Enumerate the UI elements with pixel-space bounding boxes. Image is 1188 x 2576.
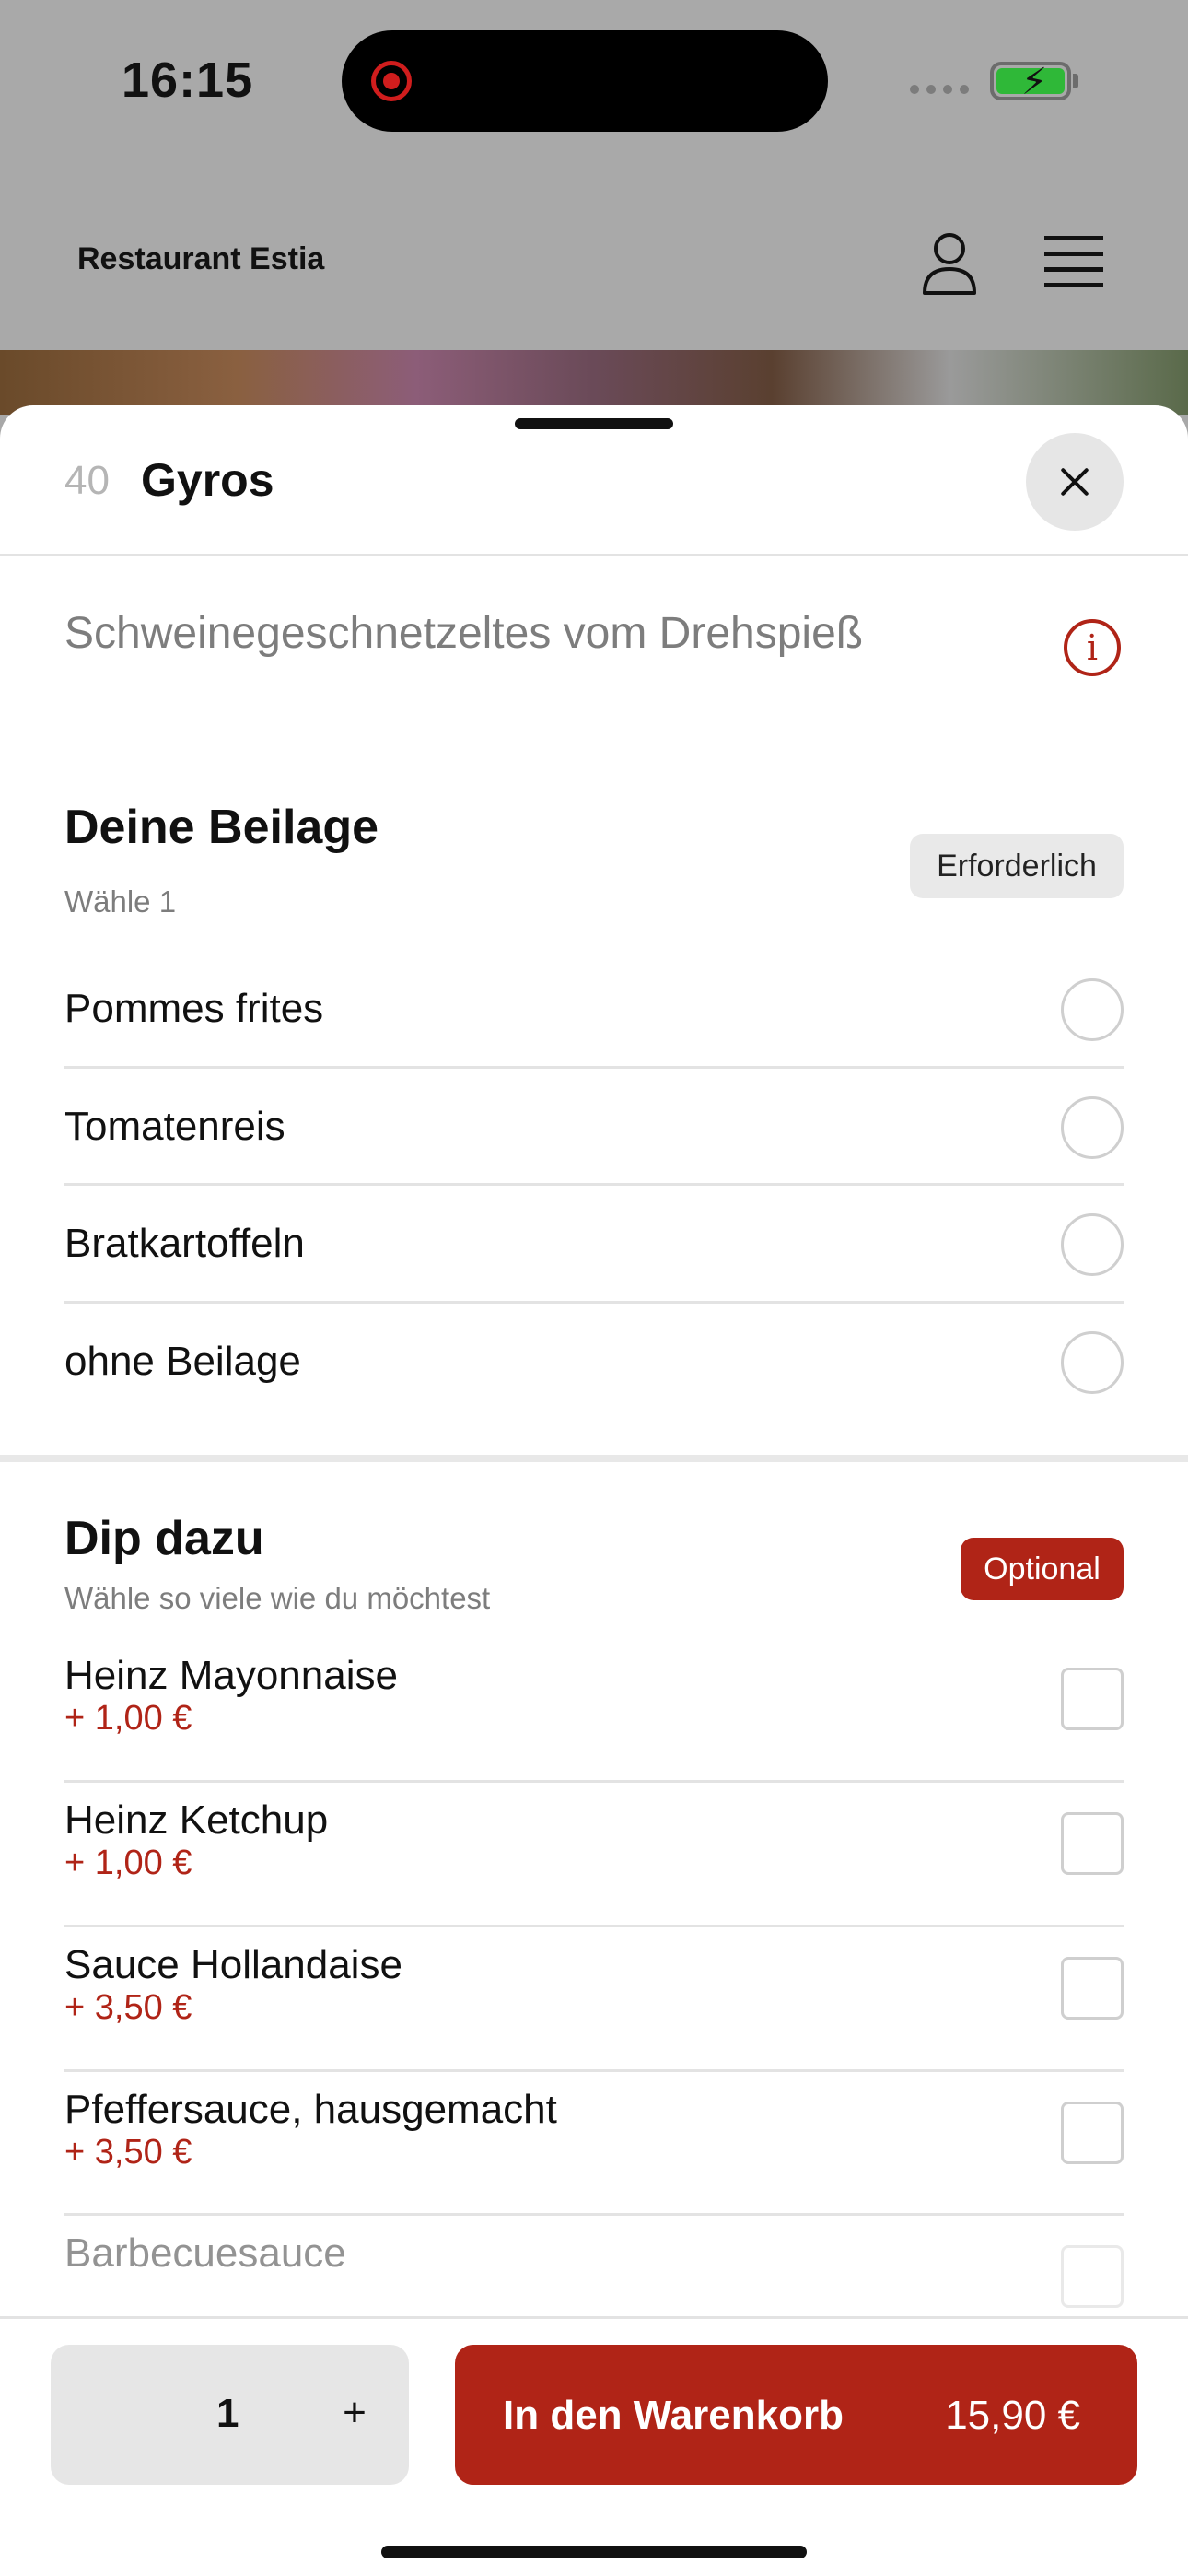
dip-option-label: Heinz Mayonnaise bbox=[64, 1653, 398, 1698]
optional-badge: Optional bbox=[961, 1538, 1124, 1600]
dip-option-ketchup[interactable]: Heinz Ketchup + 1,00 € bbox=[64, 1783, 1124, 1927]
recording-indicator-icon bbox=[371, 61, 412, 101]
dip-option-price: + 3,50 € bbox=[64, 1988, 192, 2027]
status-time: 16:15 bbox=[122, 53, 254, 108]
dip-option-price: + 1,00 € bbox=[64, 1844, 192, 1882]
add-to-cart-button[interactable]: In den Warenkorb 15,90 € bbox=[455, 2345, 1137, 2485]
dip-option-label: Heinz Ketchup bbox=[64, 1797, 329, 1843]
radio-button[interactable] bbox=[1061, 978, 1124, 1041]
sides-section-title: Deine Beilage bbox=[64, 801, 379, 854]
checkbox[interactable] bbox=[1061, 2245, 1124, 2308]
dip-option-price: + 1,00 € bbox=[64, 1699, 192, 1738]
side-option-label: Bratkartoffeln bbox=[64, 1221, 305, 1266]
hamburger-menu-icon[interactable] bbox=[1044, 236, 1103, 287]
restaurant-name[interactable]: Restaurant Estia bbox=[77, 241, 324, 277]
side-option-label: Pommes frites bbox=[64, 986, 324, 1031]
item-title: Gyros bbox=[141, 454, 274, 506]
quantity-stepper[interactable]: 1 + bbox=[51, 2345, 409, 2485]
checkbox[interactable] bbox=[1061, 1668, 1124, 1730]
dip-option-mayonnaise[interactable]: Heinz Mayonnaise + 1,00 € bbox=[64, 1638, 1124, 1783]
item-description: Schweinegeschnetzeltes vom Drehspieß bbox=[64, 609, 864, 658]
item-detail-sheet: 40 Gyros Schweinegeschnetzeltes vom Dreh… bbox=[0, 405, 1188, 2576]
dip-option-price: + 3,50 € bbox=[64, 2133, 192, 2172]
dip-option-label: Sauce Hollandaise bbox=[64, 1942, 402, 1987]
app-header: Restaurant Estia bbox=[0, 166, 1188, 350]
account-icon[interactable] bbox=[921, 230, 978, 297]
home-indicator[interactable] bbox=[381, 2546, 807, 2558]
radio-button[interactable] bbox=[1061, 1096, 1124, 1159]
side-option-bratkartoffeln[interactable]: Bratkartoffeln bbox=[64, 1186, 1124, 1304]
dip-option-hollandaise[interactable]: Sauce Hollandaise + 3,50 € bbox=[64, 1927, 1124, 2072]
dip-option-label: Barbecuesauce bbox=[64, 2231, 346, 2276]
dynamic-island bbox=[342, 30, 828, 132]
section-divider bbox=[0, 1455, 1188, 1462]
charging-bolt-icon: ⚡ bbox=[1021, 62, 1048, 102]
battery-icon: ⚡ bbox=[990, 62, 1071, 100]
side-option-label: ohne Beilage bbox=[64, 1339, 301, 1384]
item-number: 40 bbox=[64, 458, 110, 503]
signal-icon bbox=[910, 85, 969, 94]
radio-button[interactable] bbox=[1061, 1331, 1124, 1394]
quantity-value: 1 bbox=[216, 2391, 239, 2436]
dip-option-label: Pfeffersauce, hausgemacht bbox=[64, 2087, 557, 2132]
sheet-header: 40 Gyros bbox=[0, 405, 1188, 556]
dips-section-title: Dip dazu bbox=[64, 1512, 264, 1565]
dips-section-subtitle: Wähle so viele wie du möchtest bbox=[64, 1581, 491, 1615]
checkbox[interactable] bbox=[1061, 2102, 1124, 2164]
close-button[interactable] bbox=[1026, 433, 1124, 531]
dip-option-pfeffersauce[interactable]: Pfeffersauce, hausgemacht + 3,50 € bbox=[64, 2072, 1124, 2216]
status-bar: 16:15 ⚡ bbox=[0, 0, 1188, 166]
sides-section-subtitle: Wähle 1 bbox=[64, 884, 177, 919]
checkbox[interactable] bbox=[1061, 1812, 1124, 1875]
side-option-ohne-beilage[interactable]: ohne Beilage bbox=[64, 1304, 1124, 1422]
side-option-tomatenreis[interactable]: Tomatenreis bbox=[64, 1069, 1124, 1186]
cart-total-price: 15,90 € bbox=[945, 2393, 1080, 2438]
info-icon[interactable]: i bbox=[1064, 619, 1121, 676]
add-to-cart-label: In den Warenkorb bbox=[503, 2393, 844, 2438]
radio-button[interactable] bbox=[1061, 1213, 1124, 1276]
side-option-label: Tomatenreis bbox=[64, 1104, 285, 1149]
side-option-pommes[interactable]: Pommes frites bbox=[64, 951, 1124, 1069]
order-footer: 1 + In den Warenkorb 15,90 € bbox=[0, 2316, 1188, 2576]
plus-icon[interactable]: + bbox=[327, 2385, 382, 2441]
required-badge: Erforderlich bbox=[910, 834, 1124, 898]
checkbox[interactable] bbox=[1061, 1957, 1124, 2020]
